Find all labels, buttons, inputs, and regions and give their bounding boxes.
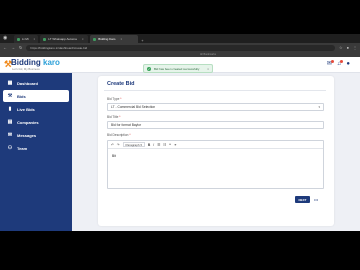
chat-icon[interactable]: ✉ (327, 60, 334, 67)
sidebar-item-label: Companies (17, 119, 39, 125)
close-icon[interactable]: × (82, 37, 84, 41)
notification-badge (340, 60, 344, 63)
sidebar-item-bids[interactable]: ⚒ Bids (3, 90, 69, 102)
bid-title-input[interactable]: Bid for format Baylor (107, 121, 324, 129)
url-field[interactable]: https://biddingkaro.in/dashboard/create-… (26, 44, 335, 51)
sidebar-item-companies[interactable]: ▤ Companies (3, 116, 69, 128)
favicon-icon (43, 37, 47, 41)
label-text: Bid Title (107, 115, 119, 119)
tab-label: Bidding Karo (98, 37, 116, 41)
sidebar-item-label: Dashboard (17, 80, 38, 86)
toast-message: Bid has been created successfully (154, 66, 200, 71)
sidebar-item-live-bids[interactable]: ▮ Live Bids (3, 103, 69, 115)
required-mark: * (118, 115, 121, 119)
paragraph-select[interactable]: Paragraph ▾ (122, 142, 145, 147)
brand-name: Bidding karo (11, 58, 60, 67)
star-icon[interactable]: ☆ (339, 45, 343, 50)
sidebar-item-label: Team (17, 145, 28, 151)
redo-icon[interactable]: ↷ (117, 143, 120, 147)
select-value: LT - Commercial Bid Selection (111, 105, 156, 109)
gavel-icon: ⚒ (7, 93, 13, 99)
brand-accent: karo (43, 58, 60, 67)
description-text: Bit (112, 154, 116, 158)
browser-tab-bar: ◉ Lt Mi × LT Whatsapp Automa × Bidding Kar… (0, 34, 360, 43)
brand-tagline: Let's bid, My Business (12, 67, 40, 71)
quote-icon[interactable]: ❝ (169, 143, 171, 147)
brand-main: Bidding (11, 58, 41, 67)
sidebar: ▦ Dashboard ⚒ Bids ▮ Live Bids ▤ Companies ✉… (0, 73, 72, 231)
bid-type-select[interactable]: LT - Commercial Bid Selection ▾ (107, 103, 324, 111)
sidebar-item-label: Live Bids (17, 106, 35, 112)
sidebar-item-messages[interactable]: ✉ Messages (3, 129, 69, 141)
more-icon[interactable]: ⋮ (353, 45, 357, 50)
chevron-down-icon: ▾ (318, 105, 320, 109)
label-text: Bid Description (107, 133, 129, 137)
bookmarks-label[interactable]: All Bookmarks (200, 53, 216, 56)
input-value: Bid for format Baylor (111, 123, 142, 127)
undo-icon[interactable]: ↶ (111, 143, 114, 147)
sidebar-item-label: Bids (17, 93, 26, 99)
required-mark: * (119, 97, 122, 101)
bell-icon[interactable]: ♫ (337, 60, 344, 67)
close-icon[interactable]: × (207, 67, 209, 71)
required-mark: * (128, 133, 131, 137)
page-title: Create Bid (107, 81, 135, 87)
check-icon: ✓ (147, 66, 151, 71)
browser-address-bar: ← → ↻ https://biddingkaro.in/dashboard/c… (0, 43, 360, 52)
link-icon[interactable]: ⚭ (174, 143, 177, 147)
back-icon[interactable]: ← (3, 45, 7, 50)
sidebar-item-label: Messages (17, 132, 37, 138)
editor-toolbar: ↶ ↷ Paragraph ▾ B I ☰ ☷ ❝ ⚭ (108, 141, 323, 149)
notification-badge (330, 60, 334, 63)
bid-description-label: Bid Description * (107, 133, 131, 137)
tab-label: Lt Mi (22, 37, 29, 41)
success-toast: ✓ Bid has been created successfully × (143, 64, 213, 73)
chat-icon: ✉ (7, 132, 13, 138)
paragraph-label: Paragraph (125, 143, 140, 147)
close-icon[interactable]: × (34, 37, 36, 41)
window-menu-icon[interactable]: ◉ (3, 35, 7, 41)
profile-icon[interactable]: ● (347, 45, 349, 50)
url-text: https://biddingkaro.in/dashboard/create-… (30, 45, 88, 50)
bold-icon[interactable]: B (148, 143, 150, 147)
pager-dots: ••• (314, 197, 319, 202)
tab-label: LT Whatsapp Automa (48, 37, 77, 41)
reload-icon[interactable]: ↻ (19, 45, 22, 50)
label-text: Bid Type (107, 97, 120, 101)
next-button[interactable]: NEXT (295, 196, 310, 203)
header-actions: ✉ ♫ ● (327, 60, 350, 67)
chart-icon: ▮ (8, 106, 12, 112)
favicon-icon (17, 37, 20, 41)
divider (104, 90, 326, 91)
team-icon: ⚇ (7, 145, 13, 151)
close-icon[interactable]: × (120, 37, 122, 41)
forward-icon[interactable]: → (11, 45, 15, 50)
grid-icon: ▦ (7, 80, 13, 86)
user-icon[interactable]: ● (346, 61, 350, 67)
bid-title-label: Bid Title * (107, 115, 120, 119)
browser-tab-1[interactable]: Lt Mi × (14, 35, 39, 43)
sidebar-item-team[interactable]: ⚇ Team (3, 142, 69, 154)
browser-tab-2[interactable]: LT Whatsapp Automa × (40, 35, 89, 43)
bid-type-label: Bid Type * (107, 97, 122, 101)
italic-icon[interactable]: I (153, 143, 154, 147)
sidebar-item-dashboard[interactable]: ▦ Dashboard (3, 77, 69, 89)
bid-description-editor[interactable]: ↶ ↷ Paragraph ▾ B I ☰ ☷ ❝ ⚭ Bit (107, 140, 324, 189)
numbered-list-icon[interactable]: ☷ (163, 143, 166, 147)
editor-body[interactable]: Bit (108, 149, 323, 163)
bullet-list-icon[interactable]: ☰ (157, 143, 160, 147)
screen: ◉ Lt Mi × LT Whatsapp Automa × Bidding Kar… (0, 34, 360, 231)
browser-tab-3[interactable]: Bidding Karo × (90, 35, 139, 43)
building-icon: ▤ (7, 119, 13, 125)
favicon-icon (93, 37, 97, 41)
